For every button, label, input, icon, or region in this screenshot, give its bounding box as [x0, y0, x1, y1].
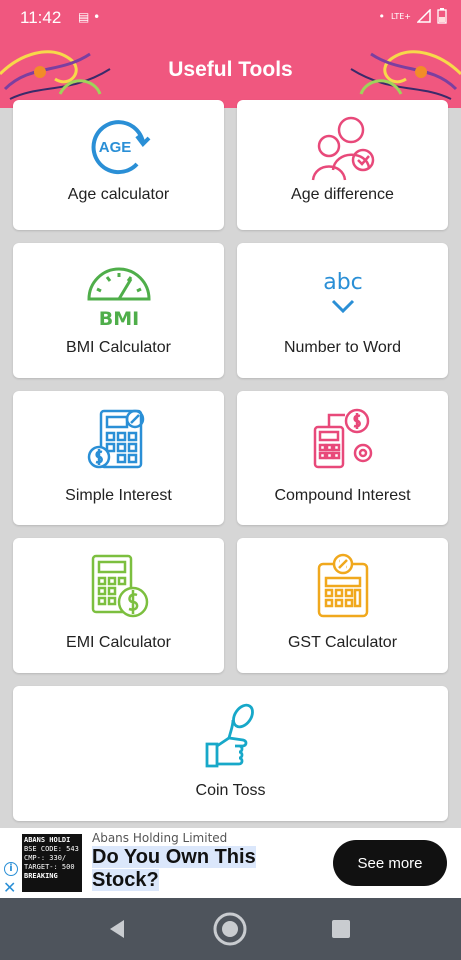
age-icon-text: AGE [98, 139, 131, 156]
tool-card-gst-calculator[interactable]: GST Calculator [237, 538, 448, 673]
tool-card-age-calculator[interactable]: AGE Age calculator [13, 100, 224, 230]
notification-icons: ▤ • [78, 10, 101, 24]
tool-label: Coin Toss [195, 782, 266, 799]
battery-icon [437, 8, 447, 24]
tool-card-emi-calculator[interactable]: EMI Calculator [13, 538, 224, 673]
ad-thumb-line: TARGET-: 500 [24, 863, 75, 872]
back-icon[interactable] [106, 918, 128, 940]
calculator-percent-icon [87, 409, 144, 469]
recents-icon[interactable] [331, 919, 351, 939]
thumb-coin-icon [205, 703, 254, 768]
ad-banner[interactable]: i ✕ ABANS HOLDI BSE CODE: 543 CMP-: 330/… [0, 828, 461, 898]
ad-headline[interactable]: Do You Own This Stock? [92, 846, 256, 892]
ad-thumb-line: CMP-: 330/ [24, 854, 67, 863]
tool-label: Number to Word [283, 339, 402, 356]
ad-thumb-line: BSE CODE: 543 [24, 845, 79, 854]
system-nav-bar [0, 898, 461, 960]
network-label: LTE+ [391, 11, 411, 21]
tool-card-compound-interest[interactable]: Compound Interest [237, 391, 448, 525]
tool-card-age-difference[interactable]: Age difference [237, 100, 448, 230]
dot-icon: • [378, 9, 386, 23]
bmi-gauge-icon: BMI [86, 267, 151, 329]
app-header: 11:42 ▤ • • LTE+ Useful Tools [0, 0, 461, 108]
ad-thumb-line: ABANS HOLDI [24, 836, 71, 844]
calculator-gst-icon [317, 553, 368, 618]
status-bar: 11:42 ▤ • • LTE+ [0, 0, 461, 36]
page-title: Useful Tools [168, 58, 293, 81]
ad-headline-line2: Stock? [92, 869, 159, 891]
tools-grid: AGE Age calculator Age difference BMI BM… [0, 100, 461, 828]
tool-card-bmi-calculator[interactable]: BMI BMI Calculator [13, 243, 224, 378]
signal-icon [417, 9, 431, 23]
calculator-dollar-icon [91, 554, 148, 618]
home-icon[interactable] [212, 911, 248, 947]
ad-see-more-button[interactable]: See more [333, 840, 447, 886]
calculator-coins-icon [313, 408, 372, 469]
tool-label: Simple Interest [65, 487, 172, 504]
tool-label: Age calculator [67, 186, 170, 203]
status-right: • LTE+ [379, 8, 448, 24]
bmi-icon-text: BMI [98, 308, 138, 329]
tool-card-simple-interest[interactable]: Simple Interest [13, 391, 224, 525]
tool-label: Age difference [291, 186, 394, 203]
age-icon: AGE [91, 120, 150, 175]
tool-label: Compound Interest [274, 487, 411, 504]
people-icon [311, 116, 374, 181]
ad-thumb-line: BREAKING [24, 872, 58, 881]
ad-thumbnail[interactable]: ABANS HOLDI BSE CODE: 543 CMP-: 330/ TAR… [22, 834, 82, 892]
abc-icon-text: abc [323, 270, 363, 295]
tool-card-coin-toss[interactable]: Coin Toss [13, 686, 448, 821]
ad-sponsor: Abans Holding Limited [92, 831, 228, 845]
abc-icon: abc [323, 270, 363, 314]
tool-label: BMI Calculator [66, 339, 171, 356]
ad-headline-line1: Do You Own This [92, 846, 256, 868]
ad-info-icon[interactable]: i [4, 862, 18, 876]
tool-card-number-to-word[interactable]: abc Number to Word [237, 243, 448, 378]
tool-label: GST Calculator [287, 634, 398, 651]
ad-close-icon[interactable]: ✕ [3, 878, 16, 897]
tool-label: EMI Calculator [66, 634, 171, 651]
status-time: 11:42 [20, 8, 62, 27]
